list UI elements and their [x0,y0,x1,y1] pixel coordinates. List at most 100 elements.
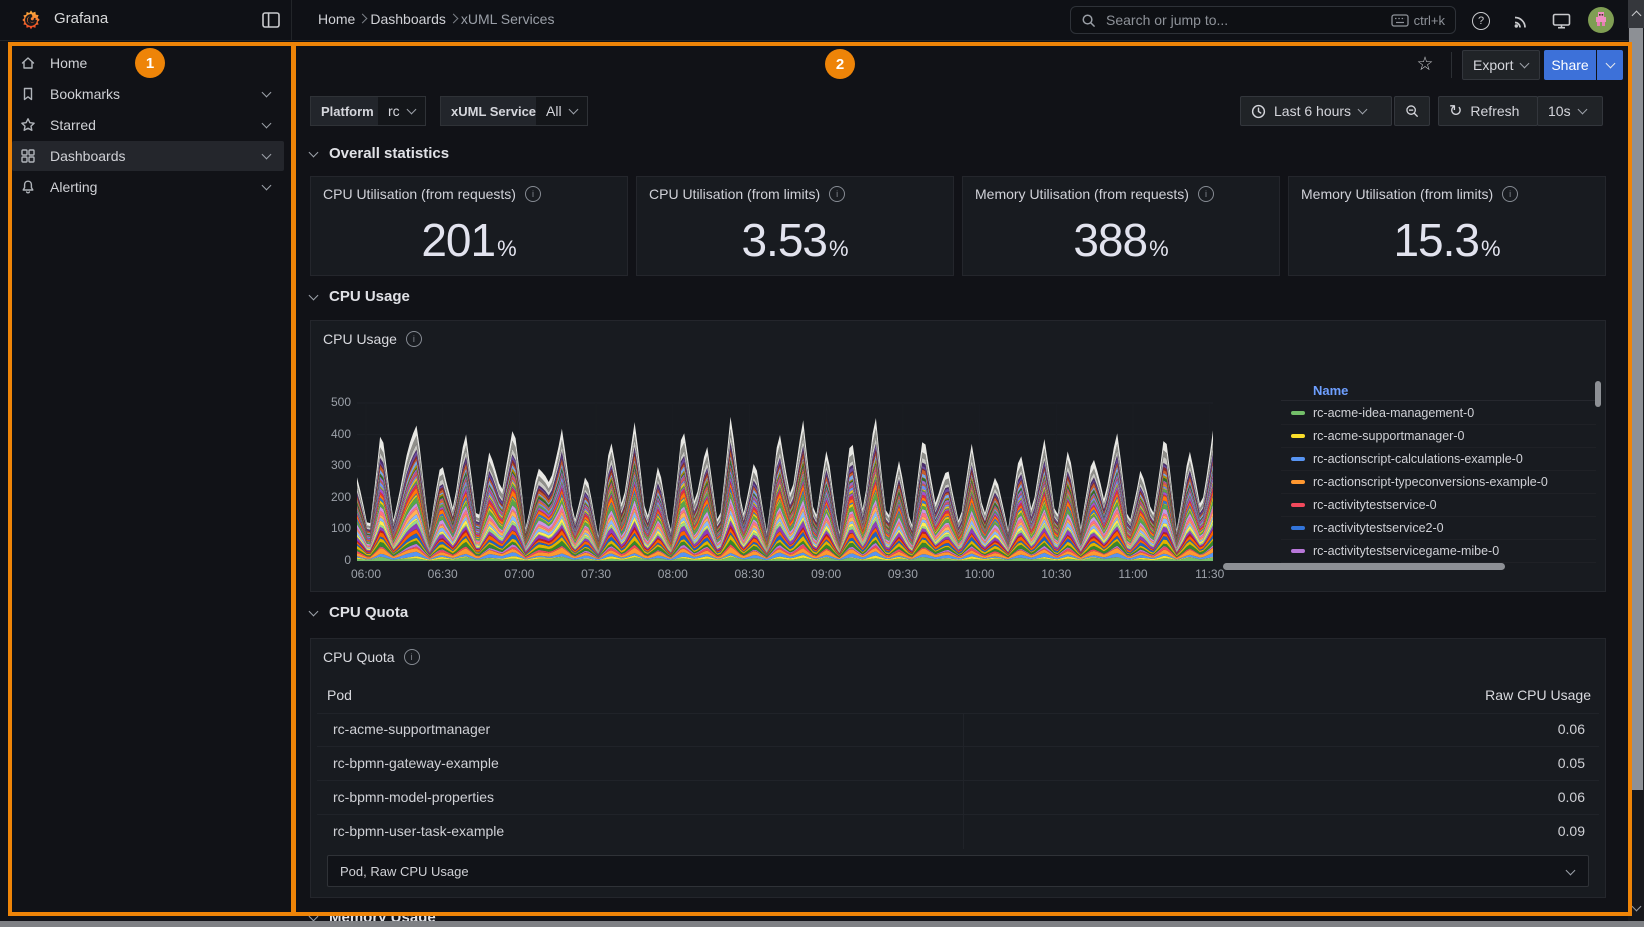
sidebar-toggle-icon[interactable] [262,12,280,28]
y-axis-tick-label: 0 [313,553,351,567]
top-navigation-bar: Grafana Home Dashboards xUML Services ct… [0,0,1644,41]
chevron-down-icon[interactable] [262,181,272,191]
chevron-down-icon[interactable] [262,88,272,98]
info-icon[interactable]: i [829,186,845,202]
breadcrumb-dashboards[interactable]: Dashboards [370,11,446,27]
info-icon[interactable]: i [404,649,420,665]
chevron-down-icon[interactable] [262,150,272,160]
refresh-interval-picker[interactable]: 10s [1537,96,1603,126]
share-caret-button[interactable] [1597,50,1623,80]
help-icon[interactable]: ? [1470,10,1492,32]
column-header-pod[interactable]: Pod [327,687,352,703]
cpu-usage-chart [357,393,1213,571]
annotation-badge-2: 2 [825,49,855,79]
table-cell-pod: rc-bpmn-user-task-example [333,823,504,839]
share-button[interactable]: Share [1544,50,1596,80]
news-rss-icon[interactable] [1510,10,1532,32]
keyboard-icon [1391,14,1409,27]
sidebar-item-bookmarks[interactable]: Bookmarks [12,79,284,109]
stat-panel-1: CPU Utilisation (from limits)i3.53% [636,176,954,276]
legend-item[interactable]: rc-activitytestservice2-0 [1281,516,1596,540]
window-bottom-edge [0,921,1644,927]
sidebar-item-label: Alerting [50,179,97,195]
series-color-swatch-icon [1291,549,1305,553]
info-icon[interactable]: i [525,186,541,202]
scrollbar-down-arrow[interactable] [1628,896,1644,920]
legend-vertical-scrollbar[interactable] [1595,381,1601,407]
table-cell-raw-cpu-usage: 0.06 [1558,789,1585,805]
legend-item[interactable]: rc-acme-idea-management-0 [1281,401,1596,425]
user-avatar[interactable] [1588,7,1614,33]
favorite-star-icon[interactable]: ☆ [1414,53,1436,77]
sidebar-item-alerting[interactable]: Alerting [12,172,284,202]
chart-legend: Name rc-acme-idea-management-0 rc-acme-su… [1281,379,1596,566]
table-cell-pod: rc-bpmn-gateway-example [333,755,499,771]
sidebar-item-label: Bookmarks [50,86,120,102]
refresh-icon: ↻ [1449,101,1462,121]
search-input[interactable] [1104,11,1383,29]
legend-item[interactable]: rc-acme-supportmanager-0 [1281,424,1596,448]
search-bar[interactable]: ctrl+k [1070,6,1456,34]
stat-value: 3.53% [637,211,953,269]
x-axis-tick-label: 08:30 [728,567,772,581]
variable-xuml-service-value[interactable]: All [536,96,588,126]
stat-panel-2: Memory Utilisation (from requests)i388% [962,176,1280,276]
breadcrumb-home[interactable]: Home [318,11,355,27]
x-axis-tick-label: 06:00 [344,567,388,581]
scrollbar-thumb[interactable] [1629,28,1643,790]
table-cell-pod: rc-acme-supportmanager [333,721,490,737]
series-color-swatch-icon [1291,526,1305,530]
cpu-usage-panel-title: CPU Usage i [323,331,422,347]
sidebar-item-dashboards[interactable]: Dashboards [12,141,284,171]
legend-header-row: Name [1281,379,1596,401]
legend-series-name: rc-acme-idea-management-0 [1313,406,1474,420]
apps-icon [20,148,36,164]
stat-panel-title: CPU Utilisation (from requests)i [323,186,541,202]
x-axis-tick-label: 10:30 [1034,567,1078,581]
y-axis-tick-label: 500 [313,395,351,409]
table-fields-select[interactable]: Pod, Raw CPU Usage [327,855,1589,887]
y-axis-tick-label: 400 [313,427,351,441]
info-icon[interactable]: i [406,331,422,347]
table-row: rc-bpmn-model-properties0.06 [317,781,1599,815]
bell-icon [20,179,36,195]
column-header-raw-cpu-usage[interactable]: Raw CPU Usage [1485,687,1591,703]
legend-item[interactable]: rc-actionscript-calculations-example-0 [1281,447,1596,471]
y-axis-tick-label: 200 [313,490,351,504]
series-color-swatch-icon [1291,480,1305,484]
grafana-logo-icon[interactable] [20,9,42,31]
sidebar-item-label: Starred [50,117,96,133]
export-button[interactable]: Export [1462,50,1540,80]
variable-platform-label: Platform [310,96,385,126]
search-shortcut: ctrl+k [1391,13,1445,28]
refresh-button[interactable]: ↻ Refresh [1438,96,1538,126]
x-axis-tick-label: 07:30 [574,567,618,581]
time-range-picker[interactable]: Last 6 hours [1240,96,1392,126]
chevron-down-icon[interactable] [262,119,272,129]
section-overall-statistics[interactable]: Overall statistics [310,145,449,162]
y-axis-tick-label: 100 [313,521,351,535]
sidebar-item-label: Dashboards [50,148,126,164]
series-color-swatch-icon [1291,503,1305,507]
info-icon[interactable]: i [1198,186,1214,202]
cpu-quota-panel: CPU Quota i Pod Raw CPU Usage rc-acme-su… [310,638,1606,898]
legend-item[interactable]: rc-activitytestservicegame-mibe-0 [1281,539,1596,563]
x-axis-tick-label: 08:00 [651,567,695,581]
legend-header[interactable]: Name [1313,383,1348,398]
table-cell-raw-cpu-usage: 0.05 [1558,755,1585,771]
variable-platform-value[interactable]: rc [378,96,426,126]
x-axis-tick-label: 07:00 [497,567,541,581]
info-icon[interactable]: i [1502,186,1518,202]
annotation-badge-1: 1 [135,48,165,78]
sidebar-item-starred[interactable]: Starred [12,110,284,140]
legend-item[interactable]: rc-activitytestservice-0 [1281,493,1596,517]
zoom-out-button[interactable] [1394,96,1430,126]
scrollbar-up-arrow[interactable] [1628,0,1644,28]
section-cpu-usage[interactable]: CPU Usage [310,288,410,305]
section-cpu-quota[interactable]: CPU Quota [310,604,408,621]
cpu-usage-panel: CPU Usage i 0100200300400500 06:0006:300… [310,320,1606,592]
monitor-icon[interactable] [1550,10,1572,32]
stat-panel-3: Memory Utilisation (from limits)i15.3% [1288,176,1606,276]
legend-item[interactable]: rc-actionscript-typeconversions-example-… [1281,470,1596,494]
legend-horizontal-scrollbar[interactable] [1223,563,1505,570]
